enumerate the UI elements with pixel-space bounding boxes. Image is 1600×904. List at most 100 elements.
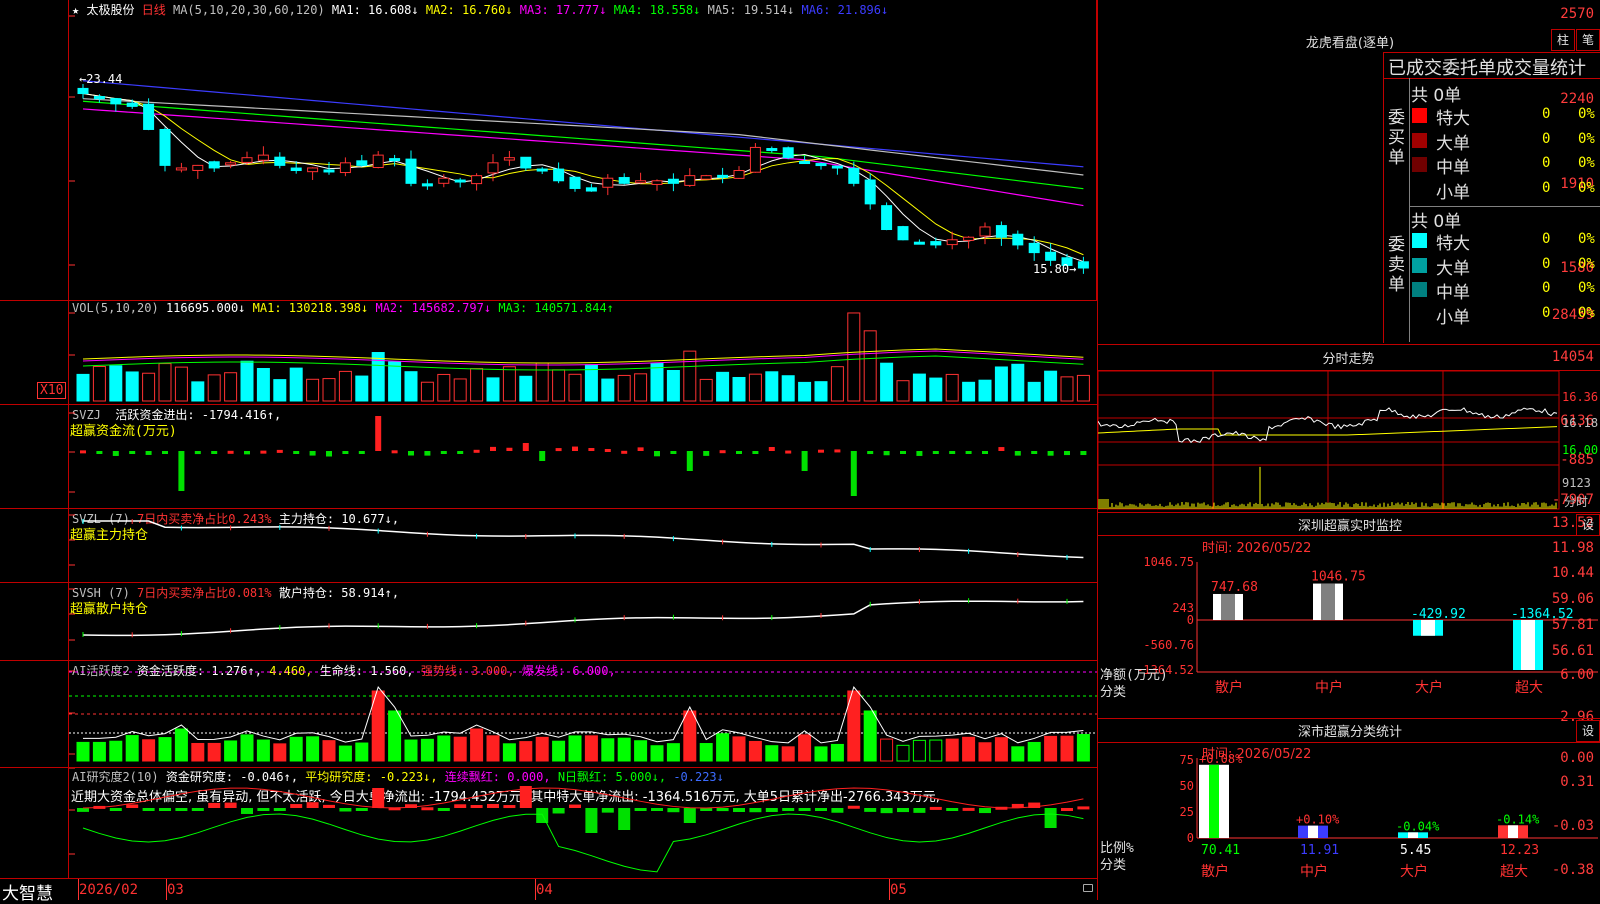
date-tick-may — [889, 879, 890, 900]
intraday-chart[interactable] — [1098, 371, 1600, 511]
volume-chart[interactable] — [69, 301, 1097, 404]
volume-bar — [420, 381, 434, 402]
candle-body — [290, 167, 302, 172]
activity-bar — [109, 740, 123, 762]
candle-body — [225, 162, 237, 166]
research-bar — [1061, 807, 1073, 811]
main-holding-line — [83, 520, 1084, 559]
fund-flow-bar — [916, 451, 923, 456]
svzl-line-chart[interactable] — [69, 509, 1097, 582]
sz-monitor-settings-button[interactable]: 设 — [1576, 514, 1600, 536]
candle-body — [241, 157, 253, 163]
sz-class-settings-button[interactable]: 设 — [1576, 720, 1600, 742]
sz-class-chart[interactable]: 75 50 25 0 +0.08% 70.41 散户 +0.10% 11.91 中户 -0.04% 5… — [1098, 742, 1600, 900]
candle-body — [257, 154, 269, 161]
candle-body — [520, 156, 532, 169]
activity-bar — [880, 738, 894, 762]
sz-monitor-chart[interactable]: 1046.752430-560.76-1364.52747.68散户1046.7… — [1098, 536, 1600, 716]
research-bar — [798, 808, 811, 811]
ai-research-chart[interactable] — [69, 768, 1097, 878]
candle-body — [585, 187, 597, 192]
activity-bar — [437, 735, 451, 762]
candlestick-chart[interactable] — [69, 0, 1097, 300]
fund-flow-bar — [358, 451, 365, 454]
activity-bar — [634, 740, 648, 762]
research-bar — [191, 808, 204, 811]
volume-bar — [978, 379, 992, 402]
category-label: 超大 — [1500, 864, 1528, 880]
date-label-feb: 2026/02 — [79, 882, 139, 898]
candle-body — [815, 163, 827, 167]
fund-flow-bar — [818, 449, 824, 453]
volume-bar — [486, 377, 500, 402]
order-count: 0 — [1542, 231, 1551, 247]
fund-flow-bar — [522, 443, 529, 451]
activity-bar — [1044, 735, 1058, 762]
candle-body — [618, 177, 630, 184]
activity-bar — [896, 744, 910, 762]
svzj-bar-chart[interactable] — [69, 405, 1097, 508]
activity-bar — [798, 734, 812, 762]
activity-bar — [470, 728, 484, 762]
activity-bar — [404, 739, 418, 762]
volume-bar — [634, 373, 648, 402]
research-bar — [1044, 808, 1057, 828]
activity-bar — [289, 736, 303, 762]
fund-flow-bar — [900, 451, 906, 454]
order-type-swatch — [1412, 108, 1427, 123]
volume-bar — [896, 380, 910, 402]
activity-bar — [142, 739, 156, 762]
activity-bar — [814, 746, 828, 762]
volume-bar — [207, 374, 221, 402]
activity-bar — [732, 736, 746, 762]
fund-flow-bar — [1047, 451, 1054, 456]
volume-bar — [1044, 370, 1058, 402]
volume-bar — [601, 378, 615, 402]
volume-bar — [306, 378, 320, 402]
research-bar — [749, 808, 762, 813]
order-percent: 0% — [1578, 280, 1595, 296]
volume-bar — [748, 373, 762, 402]
candle-body — [717, 174, 729, 178]
candle-body — [274, 156, 286, 166]
research-bar — [142, 808, 155, 811]
volume-bar — [683, 350, 697, 402]
date-label-apr: 04 — [536, 882, 553, 898]
ai-active-chart[interactable] — [69, 661, 1097, 767]
lock-icon[interactable] — [1083, 884, 1093, 892]
order-type-label: 小单 — [1436, 182, 1470, 203]
research-bar — [339, 808, 352, 812]
order-count: 0 — [1542, 155, 1551, 171]
research-bar — [585, 808, 598, 833]
candle-body — [487, 162, 499, 174]
fund-flow-bar — [867, 451, 874, 455]
axis-title: 净额(万元) — [1100, 668, 1168, 683]
research-bar — [273, 808, 286, 811]
fund-flow-bar — [211, 451, 218, 454]
activity-line — [82, 685, 1084, 744]
volume-bar — [289, 367, 303, 402]
candle-body — [569, 176, 581, 189]
volume-bar — [814, 381, 828, 402]
app-name[interactable]: 大智慧 — [2, 879, 53, 904]
research-bar — [651, 808, 663, 811]
activity-bar — [945, 738, 959, 762]
candle-body — [799, 161, 811, 165]
order-type-swatch — [1412, 181, 1427, 197]
candle-body — [700, 175, 712, 180]
fund-flow-bar — [457, 451, 464, 454]
activity-bar — [92, 741, 106, 762]
volume-bar — [568, 373, 582, 402]
volume-bar — [1076, 374, 1090, 402]
svsh-line-chart[interactable] — [69, 583, 1097, 661]
bar-view-button[interactable]: 柱 — [1551, 29, 1575, 51]
activity-bar — [683, 710, 697, 762]
activity-bar — [306, 736, 320, 762]
activity-bar — [420, 738, 434, 762]
candle-body — [175, 167, 187, 171]
candle-body — [979, 226, 991, 237]
volume-bar — [863, 330, 877, 402]
research-bar — [634, 808, 647, 811]
tick-view-button[interactable]: 笔 — [1576, 29, 1600, 51]
lhb-header-divider — [1383, 78, 1600, 79]
